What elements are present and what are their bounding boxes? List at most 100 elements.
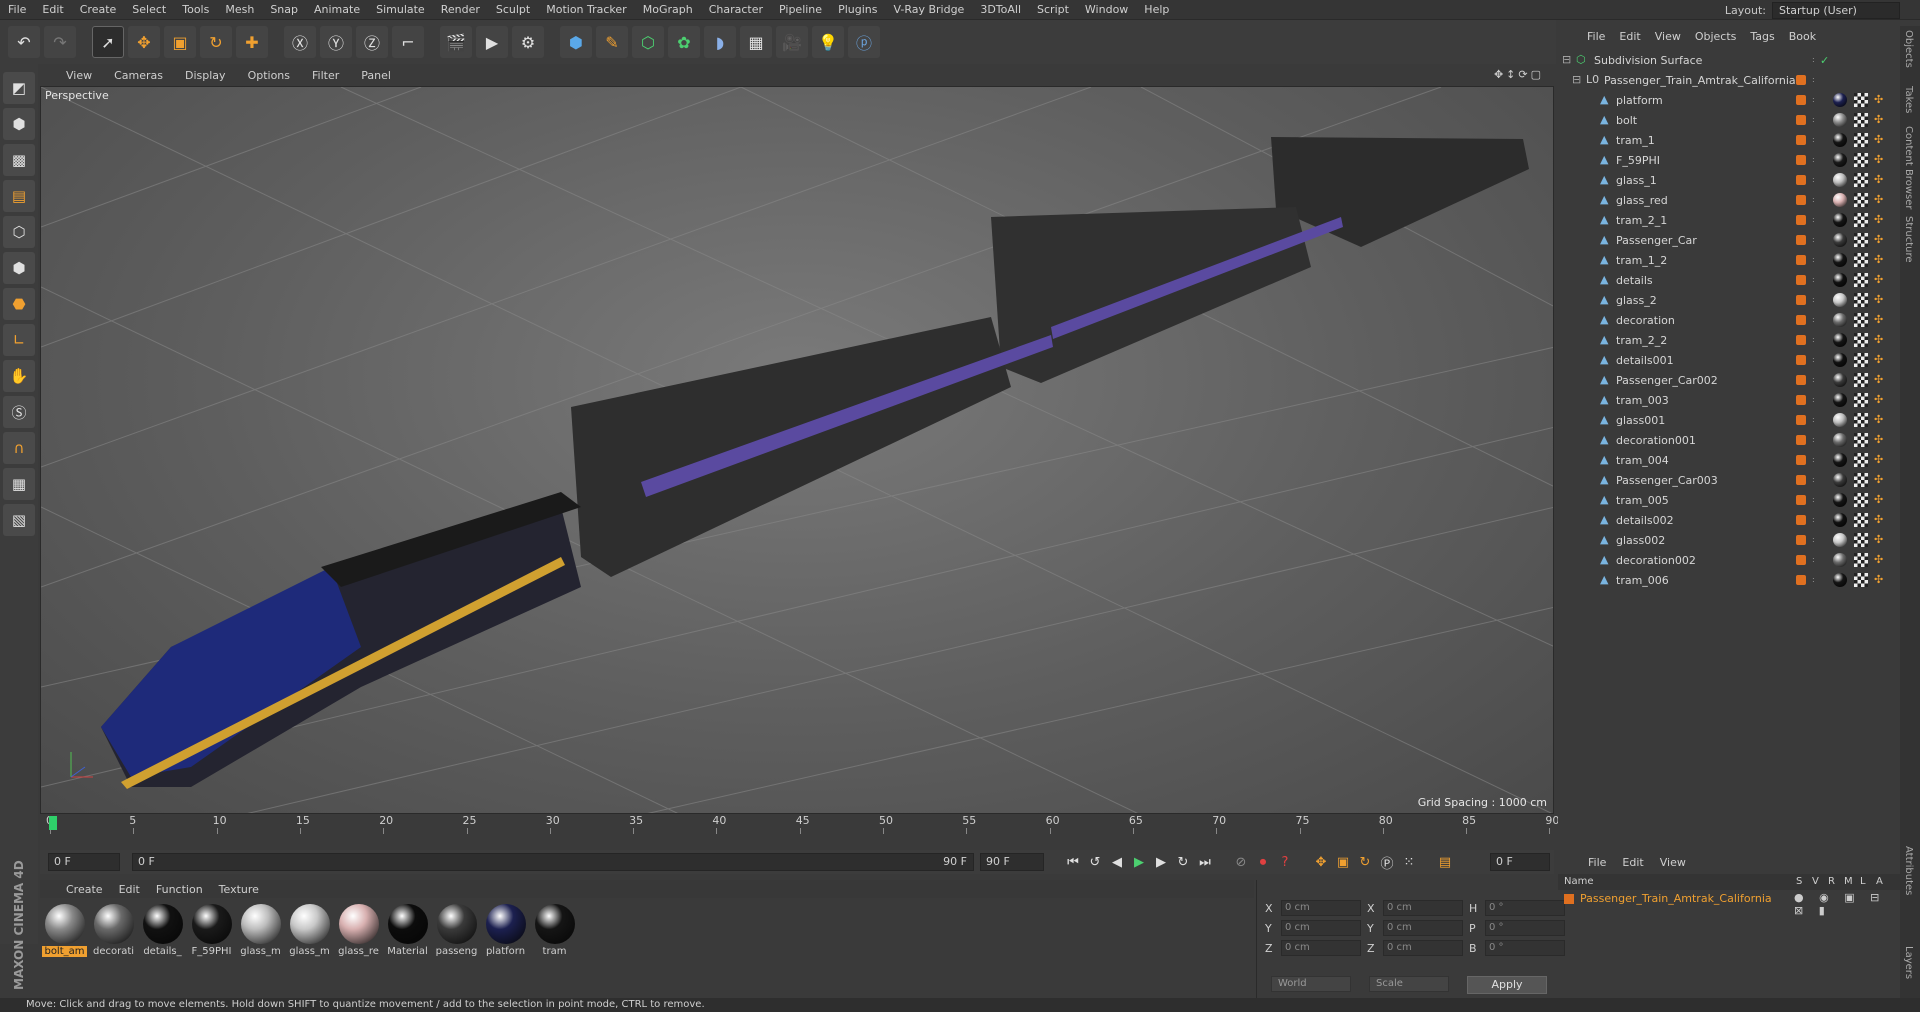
- object-row[interactable]: ▲ tram_1: ✣: [1558, 130, 1900, 150]
- menu-snap[interactable]: Snap: [262, 3, 306, 16]
- cloner-icon[interactable]: ✿: [668, 26, 700, 58]
- object-menu-objects[interactable]: Objects: [1688, 30, 1744, 43]
- deformer-icon[interactable]: ◗: [704, 26, 736, 58]
- object-row[interactable]: ▲ F_59PHI: ✣: [1558, 150, 1900, 170]
- material-tag[interactable]: [1833, 93, 1847, 107]
- texture-tag-icon[interactable]: ✣: [1874, 353, 1883, 366]
- previous-key-icon[interactable]: ↺: [1084, 851, 1106, 873]
- tweak-mode-icon[interactable]: ✋: [3, 360, 35, 392]
- material-swatch[interactable]: F_59PHI: [189, 904, 234, 992]
- enabled-check-icon[interactable]: ✓: [1820, 54, 1829, 67]
- next-key-icon[interactable]: ↻: [1172, 851, 1194, 873]
- material-swatch[interactable]: platforn: [483, 904, 528, 992]
- object-row[interactable]: ▲ details001: ✣: [1558, 350, 1900, 370]
- object-row[interactable]: ▲ glass_1: ✣: [1558, 170, 1900, 190]
- render-view-icon[interactable]: 🎬: [440, 26, 472, 58]
- layer-color-swatch[interactable]: [1796, 415, 1806, 425]
- material-swatch[interactable]: details_: [140, 904, 185, 992]
- tab-structure[interactable]: Structure: [1903, 216, 1914, 263]
- material-menu-function[interactable]: Function: [148, 883, 211, 896]
- texture-tag-icon[interactable]: ✣: [1874, 313, 1883, 326]
- material-tag[interactable]: [1833, 293, 1847, 307]
- texture-tag-icon[interactable]: ✣: [1874, 113, 1883, 126]
- menu-select[interactable]: Select: [124, 3, 174, 16]
- texture-tag-icon[interactable]: ✣: [1874, 533, 1883, 546]
- polygons-mode-icon[interactable]: ⬣: [3, 288, 35, 320]
- material-tag[interactable]: [1833, 253, 1847, 267]
- material-tag[interactable]: [1833, 233, 1847, 247]
- python-icon[interactable]: ⓟ: [848, 26, 880, 58]
- material-tag[interactable]: [1833, 353, 1847, 367]
- texture-tag-icon[interactable]: ✣: [1874, 333, 1883, 346]
- render-picture-viewer-icon[interactable]: ▶: [476, 26, 508, 58]
- coordinate-field[interactable]: 0 cm: [1281, 920, 1361, 936]
- timeline-ruler[interactable]: 051015202530354045505560657075808590: [40, 814, 1559, 848]
- layer-color-swatch[interactable]: [1796, 255, 1806, 265]
- coordinate-field[interactable]: 0 cm: [1383, 940, 1463, 956]
- layer-color-swatch[interactable]: [1796, 195, 1806, 205]
- uvw-tag[interactable]: [1854, 253, 1868, 267]
- move-icon[interactable]: ✥: [128, 26, 160, 58]
- viewport-menu-panel[interactable]: Panel: [351, 69, 401, 82]
- uvw-tag[interactable]: [1854, 413, 1868, 427]
- uvw-tag[interactable]: [1854, 473, 1868, 487]
- key-position-icon[interactable]: ✥: [1310, 851, 1332, 873]
- object-row[interactable]: ▲ details: ✣: [1558, 270, 1900, 290]
- layer-color-swatch[interactable]: [1796, 435, 1806, 445]
- object-row[interactable]: ▲ glass_2: ✣: [1558, 290, 1900, 310]
- layer-color-swatch[interactable]: [1796, 375, 1806, 385]
- menu-script[interactable]: Script: [1029, 3, 1077, 16]
- object-menu-book[interactable]: Book: [1782, 30, 1823, 43]
- layer-color-swatch[interactable]: [1796, 215, 1806, 225]
- texture-tag-icon[interactable]: ✣: [1874, 213, 1883, 226]
- material-tag[interactable]: [1833, 553, 1847, 567]
- uvw-tag[interactable]: [1854, 513, 1868, 527]
- scale-mode-dropdown[interactable]: Scale: [1369, 976, 1449, 992]
- visibility-dots[interactable]: :: [1812, 395, 1815, 405]
- layer-color-swatch[interactable]: [1796, 95, 1806, 105]
- material-tag[interactable]: [1833, 153, 1847, 167]
- previous-frame-icon[interactable]: ◀: [1106, 851, 1128, 873]
- object-row[interactable]: ▲ tram_1_2: ✣: [1558, 250, 1900, 270]
- texture-tag-icon[interactable]: ✣: [1874, 253, 1883, 266]
- pen-icon[interactable]: ✎: [596, 26, 628, 58]
- coordinate-field[interactable]: 0 °: [1485, 940, 1565, 956]
- axis-mode-icon[interactable]: ∟: [3, 324, 35, 356]
- create-icon[interactable]: ✚: [236, 26, 268, 58]
- visibility-dots[interactable]: :: [1812, 235, 1815, 245]
- layer-color-swatch[interactable]: [1796, 395, 1806, 405]
- visibility-dots[interactable]: :: [1812, 275, 1815, 285]
- texture-tag-icon[interactable]: ✣: [1874, 373, 1883, 386]
- object-row-group[interactable]: ⊟ L0 Passenger_Train_Amtrak_California :: [1558, 70, 1900, 90]
- object-row[interactable]: ▲ glass002: ✣: [1558, 530, 1900, 550]
- texture-tag-icon[interactable]: ✣: [1874, 233, 1883, 246]
- object-row[interactable]: ▲ bolt: ✣: [1558, 110, 1900, 130]
- visibility-dots[interactable]: :: [1812, 195, 1815, 205]
- autokey-icon[interactable]: ?: [1274, 851, 1296, 873]
- scale-icon[interactable]: ▣: [164, 26, 196, 58]
- material-tag[interactable]: [1833, 213, 1847, 227]
- key-rotation-icon[interactable]: ↻: [1354, 851, 1376, 873]
- texture-tag-icon[interactable]: ✣: [1874, 293, 1883, 306]
- viewport-menu-options[interactable]: Options: [238, 69, 300, 82]
- material-swatch[interactable]: passeng: [434, 904, 479, 992]
- texture-tag-icon[interactable]: ✣: [1874, 133, 1883, 146]
- menu-create[interactable]: Create: [72, 3, 125, 16]
- tab-objects[interactable]: Objects: [1903, 30, 1914, 68]
- visibility-dots[interactable]: :: [1812, 355, 1815, 365]
- material-swatch[interactable]: decorati: [91, 904, 136, 992]
- tab-layers[interactable]: Layers: [1903, 946, 1914, 979]
- material-tag[interactable]: [1833, 173, 1847, 187]
- layer-color-swatch[interactable]: [1796, 275, 1806, 285]
- uvw-tag[interactable]: [1854, 553, 1868, 567]
- texture-tag-icon[interactable]: ✣: [1874, 393, 1883, 406]
- layer-color-swatch[interactable]: [1796, 295, 1806, 305]
- material-tag[interactable]: [1833, 413, 1847, 427]
- collapse-icon[interactable]: ⊟: [1562, 54, 1574, 66]
- object-row[interactable]: ▲ tram_004: ✣: [1558, 450, 1900, 470]
- layer-menu-file[interactable]: File: [1580, 856, 1614, 869]
- uvw-tag[interactable]: [1854, 213, 1868, 227]
- layer-color-swatch[interactable]: [1796, 175, 1806, 185]
- visibility-dots[interactable]: :: [1812, 495, 1815, 505]
- collapse-icon[interactable]: ⊟: [1572, 74, 1584, 86]
